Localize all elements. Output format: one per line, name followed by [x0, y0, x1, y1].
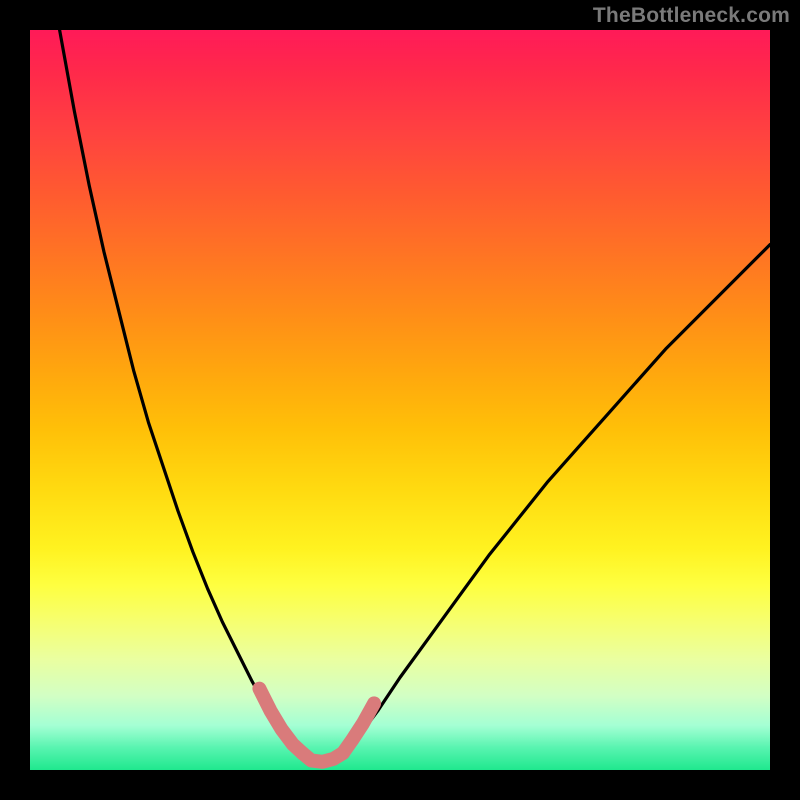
curve-layer [30, 30, 770, 770]
chart-frame: TheBottleneck.com [0, 0, 800, 800]
pink-overlay-right-path [343, 703, 374, 753]
plot-area [30, 30, 770, 770]
pink-overlay-group [259, 689, 374, 762]
attribution-text: TheBottleneck.com [593, 4, 790, 28]
right-curve-path [341, 245, 770, 756]
black-curve-group [60, 30, 770, 763]
left-curve-path [60, 30, 301, 752]
pink-overlay-left-path [259, 689, 302, 753]
